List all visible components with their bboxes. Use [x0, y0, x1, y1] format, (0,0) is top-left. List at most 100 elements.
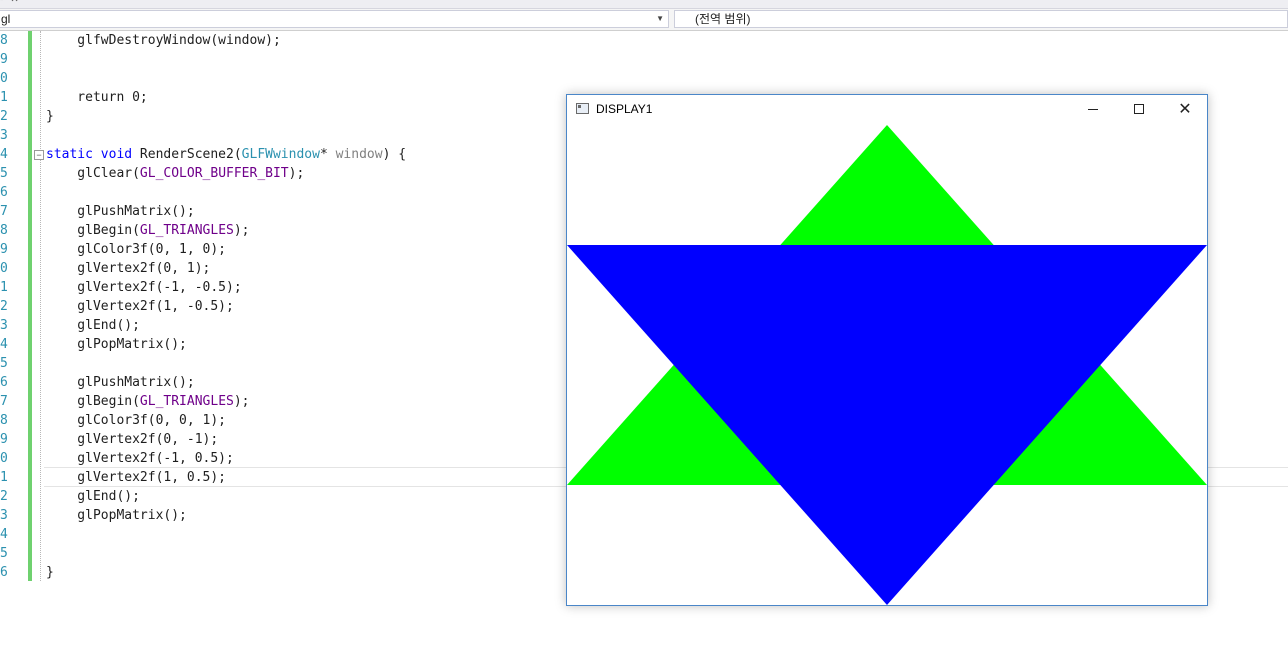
- code-token: glVertex2f(0, 1);: [46, 261, 211, 276]
- code-line: glClear(GL_COLOR_BUFFER_BIT);: [46, 164, 304, 183]
- navigation-bar: gl ▼ (전역 범위): [0, 9, 1288, 31]
- line-number: 0: [0, 451, 8, 466]
- code-token: glBegin(: [46, 223, 140, 238]
- code-line: glVertex2f(1, 0.5);: [46, 468, 226, 487]
- line-number: 6: [0, 375, 8, 390]
- code-line: }: [46, 107, 54, 126]
- code-token: }: [46, 109, 54, 124]
- glfw-window[interactable]: DISPLAY1 ✕: [566, 94, 1208, 606]
- close-button[interactable]: ✕: [1162, 95, 1208, 125]
- line-number: 3: [0, 318, 8, 333]
- member-dropdown[interactable]: (전역 범위): [674, 10, 1288, 28]
- change-tracking-bar: [28, 31, 32, 581]
- code-token: *: [319, 147, 336, 162]
- code-line: glColor3f(0, 1, 0);: [46, 240, 226, 259]
- line-number: 8: [0, 223, 8, 238]
- line-number: 6: [0, 565, 8, 580]
- maximize-button[interactable]: [1116, 95, 1162, 125]
- code-token: RenderScene2(: [132, 147, 242, 162]
- app-window-icon[interactable]: [576, 103, 589, 114]
- code-token: glPushMatrix();: [46, 204, 195, 219]
- window-titlebar[interactable]: DISPLAY1 ✕: [567, 95, 1207, 125]
- code-token: );: [233, 394, 250, 409]
- minimize-button[interactable]: [1070, 95, 1116, 125]
- code-token: static void: [46, 147, 133, 162]
- code-token: GL_COLOR_BUFFER_BIT: [139, 166, 289, 181]
- maximize-icon: [1134, 104, 1144, 114]
- minimize-icon: [1088, 109, 1098, 110]
- line-number: 2: [0, 299, 8, 314]
- line-number: 2: [0, 489, 8, 504]
- code-token: GLFWwindow: [241, 147, 320, 162]
- code-line: }: [46, 563, 54, 582]
- code-line: glColor3f(0, 0, 1);: [46, 411, 226, 430]
- gl-render-canvas[interactable]: [567, 125, 1207, 605]
- collapse-icon[interactable]: −: [34, 150, 44, 160]
- code-token: return 0;: [46, 90, 148, 105]
- chevron-down-icon[interactable]: ▼: [656, 11, 664, 27]
- indent-guide: [40, 31, 41, 581]
- code-token: );: [288, 166, 305, 181]
- code-line: glBegin(GL_TRIANGLES);: [46, 221, 250, 240]
- code-token: glVertex2f(-1, 0.5);: [46, 451, 234, 466]
- code-line: static void RenderScene2(GLFWwindow* win…: [46, 145, 406, 164]
- window-title: DISPLAY1: [596, 102, 653, 116]
- document-tab-strip: ▪ ✕: [0, 0, 1288, 9]
- scope-dropdown-value: gl: [1, 12, 11, 26]
- line-number: 6: [0, 185, 8, 200]
- code-token: GL_TRIANGLES: [139, 394, 234, 409]
- line-number: 8: [0, 413, 8, 428]
- code-line: glPopMatrix();: [46, 335, 187, 354]
- code-token: glfwDestroyWindow(window);: [46, 33, 281, 48]
- code-line: glBegin(GL_TRIANGLES);: [46, 392, 250, 411]
- code-token: );: [233, 223, 250, 238]
- line-number: 5: [0, 546, 8, 561]
- code-line: glPushMatrix();: [46, 373, 195, 392]
- code-line: glEnd();: [46, 487, 140, 506]
- line-number: 5: [0, 356, 8, 371]
- code-line: return 0;: [46, 88, 148, 107]
- code-line: glfwDestroyWindow(window);: [46, 31, 281, 50]
- code-token: GL_TRIANGLES: [139, 223, 234, 238]
- line-number: 3: [0, 128, 8, 143]
- code-line: glVertex2f(0, 1);: [46, 259, 210, 278]
- scope-dropdown[interactable]: gl ▼: [0, 10, 669, 28]
- code-token: glClear(: [46, 166, 140, 181]
- code-line: glPushMatrix();: [46, 202, 195, 221]
- code-token: window: [335, 147, 383, 162]
- line-number: 3: [0, 508, 8, 523]
- code-token: glVertex2f(1, -0.5);: [46, 299, 234, 314]
- code-line: glVertex2f(-1, -0.5);: [46, 278, 242, 297]
- tab-strip-icons[interactable]: ▪ ✕: [0, 0, 21, 5]
- line-number: 4: [0, 337, 8, 352]
- line-number: 4: [0, 147, 8, 162]
- line-number: 4: [0, 527, 8, 542]
- line-number: 9: [0, 242, 8, 257]
- line-number: 0: [0, 71, 8, 86]
- code-token: }: [46, 565, 54, 580]
- line-number: 9: [0, 52, 8, 67]
- code-token: ) {: [382, 147, 407, 162]
- line-number: 5: [0, 166, 8, 181]
- line-number: 9: [0, 432, 8, 447]
- code-line: glVertex2f(-1, 0.5);: [46, 449, 234, 468]
- line-number: 1: [0, 90, 8, 105]
- code-token: glColor3f(0, 1, 0);: [46, 242, 227, 257]
- line-number: 2: [0, 109, 8, 124]
- code-line: glEnd();: [46, 316, 140, 335]
- code-token: glEnd();: [46, 318, 140, 333]
- code-token: glEnd();: [46, 489, 140, 504]
- code-token: glVertex2f(1, 0.5);: [46, 470, 227, 485]
- line-number: 1: [0, 280, 8, 295]
- line-number: 7: [0, 204, 8, 219]
- line-number: 8: [0, 33, 8, 48]
- code-token: glPushMatrix();: [46, 375, 195, 390]
- code-token: glPopMatrix();: [46, 508, 187, 523]
- close-icon: ✕: [1178, 101, 1192, 118]
- code-token: glColor3f(0, 0, 1);: [46, 413, 227, 428]
- code-line: glPopMatrix();: [46, 506, 187, 525]
- line-number: 0: [0, 261, 8, 276]
- code-token: glVertex2f(-1, -0.5);: [46, 280, 242, 295]
- code-line: glVertex2f(0, -1);: [46, 430, 218, 449]
- code-token: glPopMatrix();: [46, 337, 187, 352]
